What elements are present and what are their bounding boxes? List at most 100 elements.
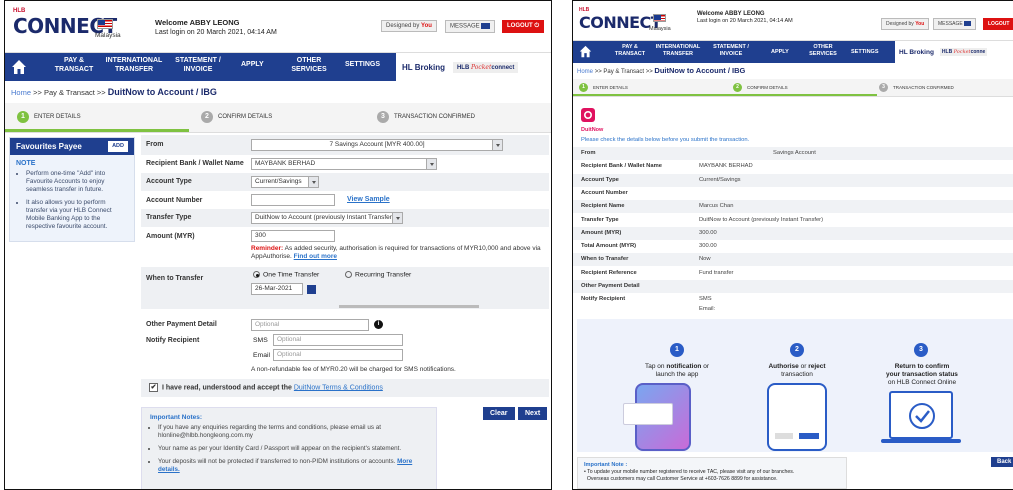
progress-steps: 1 ENTER DETAILS 2 CONFIRM DETAILS 3 TRANSAC…	[5, 103, 551, 133]
page-title: DuitNow to Account / IBG	[107, 87, 217, 97]
step-label: ENTER DETAILS	[593, 85, 628, 90]
step-progress-bar	[5, 129, 189, 132]
sms-fee-note: A non-refundable fee of MYR0.20 will be …	[251, 366, 456, 373]
step-number: 1	[17, 111, 29, 123]
logout-button[interactable]: LOGOUT	[983, 18, 1013, 30]
message-label: MESSAGE	[450, 23, 480, 30]
email-input[interactable]: Optional	[273, 349, 403, 361]
envelope-icon	[964, 21, 972, 27]
pocket-connect-link[interactable]: HLB Pocketconne	[939, 48, 988, 56]
nav-other-services[interactable]: OTHER SERVICES	[807, 44, 839, 58]
home-icon[interactable]	[579, 45, 592, 58]
find-out-more-link[interactable]: Find out more	[294, 253, 337, 260]
next-button[interactable]: Next	[518, 407, 548, 420]
pocket-connect-link[interactable]: HLB Pocketconnect	[452, 61, 519, 73]
clear-button[interactable]: Clear	[483, 407, 515, 420]
nav-international-transfer[interactable]: INTERNATIONAL TRANSFER	[101, 56, 167, 74]
nav-settings[interactable]: SETTINGS	[851, 48, 879, 57]
calendar-icon[interactable]	[307, 285, 316, 294]
amount-input[interactable]: 300	[251, 230, 335, 242]
recipient-bank-select[interactable]: MAYBANK BERHAD	[251, 158, 437, 170]
nav-other-services[interactable]: OTHER SERVICES	[289, 56, 329, 74]
account-number-input[interactable]	[251, 194, 335, 206]
detail-row: Amount (MYR) 300.00	[573, 226, 1013, 240]
step-number: 3	[879, 83, 888, 92]
recipient-bank-label: Recipient Bank / Wallet Name	[146, 160, 244, 167]
info-icon[interactable]: i	[374, 320, 383, 329]
breadcrumb-pay-transact[interactable]: Pay & Transact	[44, 88, 95, 97]
illus-step-number: 2	[790, 343, 804, 357]
designed-by-you-button[interactable]: Designed by You	[881, 18, 930, 30]
detail-label: Total Amount (MYR)	[581, 243, 637, 250]
important-note-item: Overseas customers may call Customer Ser…	[584, 476, 840, 483]
last-login-text: Last login on 20 March 2021, 04:14 AM	[697, 18, 793, 24]
transfer-date-input[interactable]: 26-Mar-2021	[251, 283, 303, 295]
designed-by-label: Designed by	[886, 21, 914, 27]
pocket-b: Pocket	[470, 63, 492, 71]
notify-recipient-label: Notify Recipient	[146, 337, 200, 344]
designed-by-label: Designed by	[386, 23, 420, 29]
transfer-type-select[interactable]: DuitNow to Account (previously Instant T…	[251, 212, 403, 224]
detail-label: Recipient Bank / Wallet Name	[581, 163, 662, 170]
breadcrumb-home[interactable]: Home	[577, 69, 593, 75]
sms-input[interactable]: Optional	[273, 334, 403, 346]
step-confirm-details: 2 CONFIRM DETAILS	[201, 111, 272, 123]
message-label: MESSAGE	[938, 21, 963, 27]
sms-placeholder: Optional	[277, 336, 302, 343]
step-label: TRANSACTION CONFIRMED	[394, 114, 475, 120]
pocket-b: Pocket	[953, 49, 971, 55]
illus-step-number: 1	[670, 343, 684, 357]
detail-row: Account Type Current/Savings	[573, 173, 1013, 187]
message-button[interactable]: MESSAGE	[933, 18, 977, 30]
reject-button-image	[775, 433, 793, 439]
message-button[interactable]: MESSAGE	[445, 20, 496, 33]
detail-label: Account Number	[581, 189, 628, 196]
hl-broking-link[interactable]: HL Broking	[899, 49, 934, 56]
detail-row: Recipient Reference Fund transfer	[573, 267, 1013, 280]
account-type-select[interactable]: Current/Savings	[251, 176, 319, 188]
radio-selected-icon	[253, 271, 260, 278]
duitnow-terms-link[interactable]: DuitNow Terms & Conditions	[294, 384, 383, 391]
nav-statement-invoice[interactable]: STATEMENT / INVOICE	[171, 56, 225, 74]
one-time-transfer-radio[interactable]: One Time Transfer	[253, 271, 319, 278]
recurring-transfer-radio[interactable]: Recurring Transfer	[345, 271, 411, 278]
phone-authorise-image	[767, 383, 827, 451]
nav-settings[interactable]: SETTINGS	[345, 60, 380, 69]
radio-unselected-icon	[345, 271, 352, 278]
detail-row: Recipient Name Marcus Chan	[573, 200, 1013, 214]
view-sample-link[interactable]: View Sample	[347, 196, 390, 203]
broking-label: HL Broking	[899, 48, 934, 56]
other-payment-detail-input[interactable]: Optional	[251, 319, 369, 331]
home-icon[interactable]	[11, 59, 27, 75]
designed-by-you-button[interactable]: Designed by You	[381, 20, 437, 32]
detail-row: Transfer Type DuitNow to Account (previou…	[573, 214, 1013, 227]
pocket-c: conne	[970, 49, 986, 55]
nav-pay-transact[interactable]: PAY & TRANSACT	[613, 44, 647, 58]
hl-broking-link[interactable]: HL Broking	[402, 63, 445, 72]
logout-button[interactable]: LOGOUT ⏻	[502, 20, 545, 33]
nav-statement-invoice[interactable]: STATEMENT / INVOICE	[709, 44, 753, 58]
breadcrumb-home[interactable]: Home	[11, 88, 31, 97]
step-progress-bar	[573, 94, 877, 96]
breadcrumb-sep: >>	[645, 69, 653, 75]
add-favourite-button[interactable]: ADD	[108, 141, 128, 152]
detail-value: MAYBANK BERHAD	[699, 163, 753, 170]
step-number: 3	[377, 111, 389, 123]
accept-terms-checkbox[interactable]: ✔ I have read, understood and accept the …	[149, 383, 383, 392]
illus-text-b: or	[800, 363, 807, 370]
transfer-date-value: 26-Mar-2021	[255, 285, 293, 292]
amount-value: 300	[255, 232, 266, 239]
important-notes: Important Notes: If you have any enquiri…	[141, 407, 437, 489]
nav-international-transfer[interactable]: INTERNATIONAL TRANSFER	[651, 44, 705, 58]
nav-apply[interactable]: APPLY	[771, 48, 789, 57]
breadcrumb-pay-transact[interactable]: Pay & Transact	[603, 69, 644, 75]
nav-pay-transact[interactable]: PAY & TRANSACT	[53, 56, 95, 74]
from-account-select[interactable]: 7 Savings Account [MYR 400.00]	[251, 139, 503, 151]
duitnow-icon	[581, 108, 595, 122]
breadcrumb: Home >> Pay & Transact >> DuitNow to Acc…	[573, 63, 1013, 79]
step-label: CONFIRM DETAILS	[747, 85, 788, 90]
back-button[interactable]: Back	[991, 457, 1013, 467]
sms-label: SMS	[253, 337, 268, 344]
nav-apply[interactable]: APPLY	[241, 60, 264, 69]
amount-label: Amount (MYR)	[146, 233, 195, 240]
